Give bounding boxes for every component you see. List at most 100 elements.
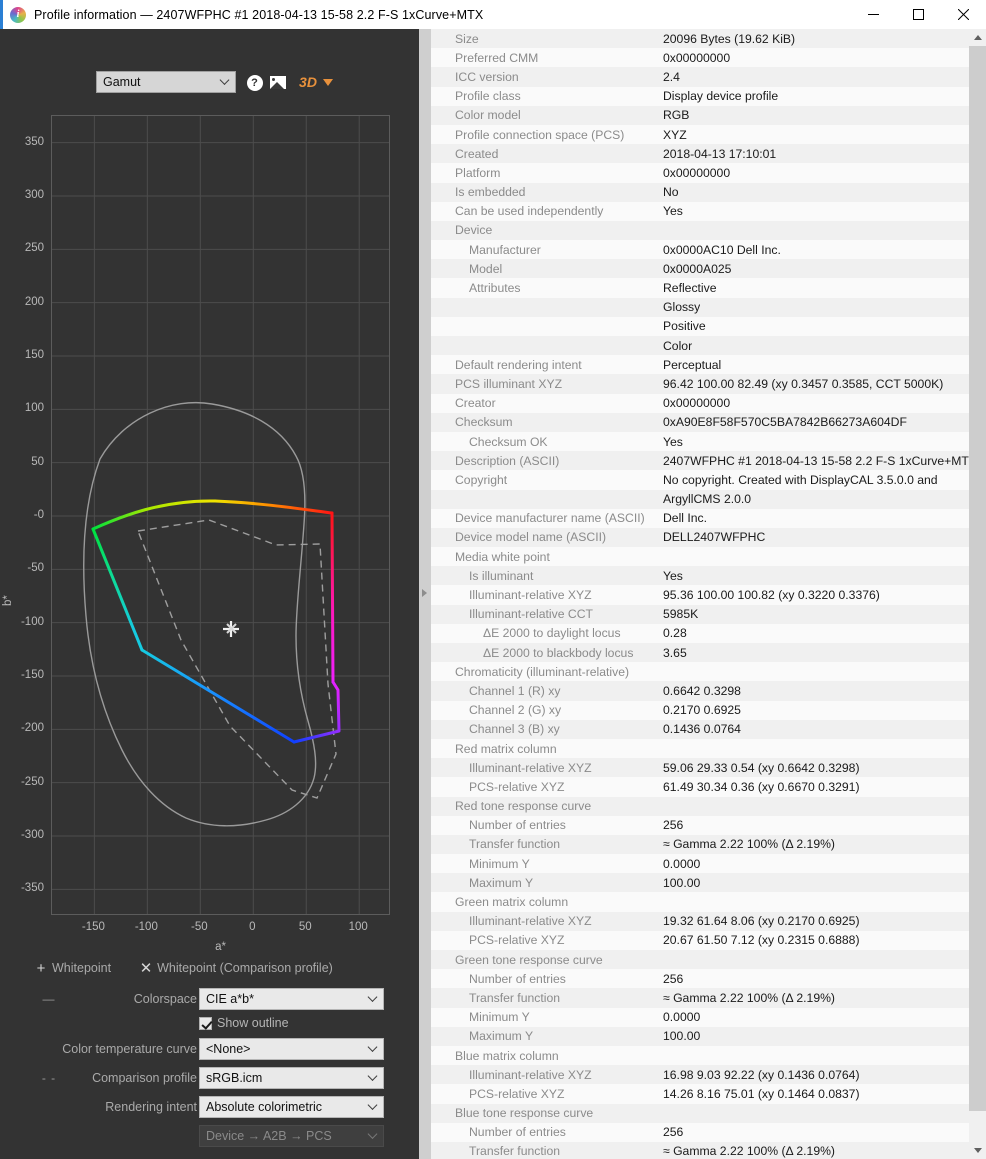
table-row[interactable]: Profile class Display device profile bbox=[431, 86, 969, 106]
scroll-up-button[interactable] bbox=[969, 29, 986, 46]
table-row[interactable]: Transfer function ≈ Gamma 2.22 100% (Δ 2.… bbox=[431, 834, 969, 855]
table-row[interactable]: Created 2018-04-13 17:10:01 bbox=[431, 144, 969, 164]
title-bar: Profile information — 2407WFPHC #1 2018-… bbox=[0, 0, 986, 29]
table-row[interactable]: Media white point bbox=[431, 547, 969, 567]
table-row[interactable]: PCS-relative XYZ 61.49 30.34 0.36 (xy 0.6… bbox=[431, 777, 969, 797]
plot-gridlines bbox=[52, 116, 389, 914]
table-row[interactable]: Description (ASCII) 2407WFPHC #1 2018-04-… bbox=[431, 451, 969, 471]
table-row[interactable]: Red tone response curve bbox=[431, 796, 969, 816]
table-row[interactable]: Default rendering intent Perceptual bbox=[431, 355, 969, 375]
table-row[interactable]: Number of entries 256 bbox=[431, 969, 969, 989]
row-key: Green tone response curve bbox=[455, 952, 603, 967]
table-row[interactable]: Blue tone response curve bbox=[431, 1103, 969, 1123]
minimize-button[interactable] bbox=[851, 0, 896, 29]
table-row[interactable]: Transfer function ≈ Gamma 2.22 100% (Δ 2.… bbox=[431, 988, 969, 1008]
table-row[interactable]: Checksum 0xA90E8F58F570C5BA7842B66273A604… bbox=[431, 412, 969, 432]
view-type-select[interactable]: Gamut bbox=[96, 71, 236, 93]
table-row[interactable]: Transfer function ≈ Gamma 2.22 100% (Δ 2.… bbox=[431, 1141, 969, 1159]
table-row[interactable]: Checksum OK Yes bbox=[431, 431, 969, 452]
comparison-profile-select[interactable]: sRGB.icm bbox=[199, 1067, 384, 1089]
table-row[interactable]: PCS-relative XYZ 14.26 8.16 75.01 (xy 0.1… bbox=[431, 1084, 969, 1104]
table-row[interactable]: ArgyllCMS 2.0.0 bbox=[431, 489, 969, 509]
y-axis-tick-label: 100 bbox=[24, 402, 44, 415]
table-row[interactable]: Color model RGB bbox=[431, 105, 969, 125]
show-outline-row[interactable]: Show outline bbox=[199, 1016, 289, 1030]
table-row[interactable]: Illuminant-relative XYZ 16.98 9.03 92.22 … bbox=[431, 1065, 969, 1085]
colorspace-select[interactable]: CIE a*b* bbox=[199, 988, 384, 1010]
color-temperature-curve-select[interactable]: <None> bbox=[199, 1038, 384, 1060]
show-outline-checkbox[interactable] bbox=[199, 1016, 212, 1030]
row-key: PCS-relative XYZ bbox=[469, 1086, 565, 1101]
table-row[interactable]: Profile connection space (PCS) XYZ bbox=[431, 124, 969, 145]
row-key: Is illuminant bbox=[469, 568, 534, 583]
table-row[interactable]: Platform 0x00000000 bbox=[431, 163, 969, 183]
table-row[interactable]: Maximum Y 100.00 bbox=[431, 1026, 969, 1046]
table-row[interactable]: Device bbox=[431, 220, 969, 241]
table-row[interactable]: Channel 2 (G) xy 0.2170 0.6925 bbox=[431, 700, 969, 720]
vertical-scrollbar[interactable] bbox=[969, 29, 986, 1159]
table-row[interactable]: Maximum Y 100.00 bbox=[431, 873, 969, 893]
table-row[interactable]: ΔE 2000 to blackbody locus 3.65 bbox=[431, 643, 969, 663]
scroll-down-button[interactable] bbox=[969, 1142, 986, 1159]
table-row[interactable]: ΔE 2000 to daylight locus 0.28 bbox=[431, 623, 969, 643]
gamut-chart[interactable]: 350 300 250 200 150 100 50 -0 -50 -100 -150 -200 -25… bbox=[0, 101, 419, 953]
plot-area[interactable] bbox=[51, 115, 390, 915]
table-row[interactable]: Copyright No copyright. Created with Disp… bbox=[431, 470, 969, 490]
row-key: Green matrix column bbox=[455, 895, 569, 910]
table-row[interactable]: Device manufacturer name (ASCII) Dell Inc… bbox=[431, 508, 969, 528]
table-row[interactable]: Is illuminant Yes bbox=[431, 566, 969, 586]
table-row[interactable]: Positive bbox=[431, 316, 969, 336]
table-row[interactable]: Green matrix column bbox=[431, 892, 969, 912]
help-icon[interactable]: ? bbox=[246, 74, 263, 91]
table-row[interactable]: Illuminant-relative XYZ 59.06 29.33 0.54 … bbox=[431, 758, 969, 778]
table-row[interactable]: Device model name (ASCII) DELL2407WFPHC bbox=[431, 527, 969, 548]
table-row[interactable]: Attributes Reflective bbox=[431, 278, 969, 298]
table-row[interactable]: Preferred CMM 0x00000000 bbox=[431, 48, 969, 68]
profile-color-icon bbox=[10, 6, 26, 23]
table-row[interactable]: Model 0x0000A025 bbox=[431, 259, 969, 279]
table-row[interactable]: Creator 0x00000000 bbox=[431, 393, 969, 413]
table-row[interactable]: Channel 1 (R) xy 0.6642 0.3298 bbox=[431, 681, 969, 701]
table-row[interactable]: Chromaticity (illuminant-relative) bbox=[431, 662, 969, 682]
table-row[interactable]: Number of entries 256 bbox=[431, 1122, 969, 1142]
table-row[interactable]: Blue matrix column bbox=[431, 1045, 969, 1066]
table-row[interactable]: Green tone response curve bbox=[431, 950, 969, 970]
view-3d-dropdown-icon[interactable] bbox=[322, 78, 333, 87]
row-value: 0.6642 0.3298 bbox=[663, 683, 741, 698]
profile-info-table[interactable]: Size 20096 Bytes (19.62 KiB) Preferred CMM… bbox=[431, 29, 969, 1159]
gamut-plot-pane: Gamut ? 3D 350 300 250 200 150 100 50 -0… bbox=[0, 29, 419, 1159]
close-button[interactable] bbox=[941, 0, 986, 29]
table-row[interactable]: PCS illuminant XYZ 96.42 100.00 82.49 (xy… bbox=[431, 374, 969, 394]
chevron-down-icon bbox=[367, 1100, 378, 1110]
table-row[interactable]: Manufacturer 0x0000AC10 Dell Inc. bbox=[431, 240, 969, 260]
table-row[interactable]: Minimum Y 0.0000 bbox=[431, 854, 969, 874]
table-row[interactable]: Illuminant-relative XYZ 95.36 100.00 100.… bbox=[431, 585, 969, 605]
transform-direction-select[interactable]: Device → A2B → PCS bbox=[199, 1125, 384, 1147]
table-row[interactable]: PCS-relative XYZ 20.67 61.50 7.12 (xy 0.2… bbox=[431, 930, 969, 950]
rendering-intent-select[interactable]: Absolute colorimetric bbox=[199, 1096, 384, 1118]
row-key: Minimum Y bbox=[469, 1010, 530, 1025]
row-value: 0.2170 0.6925 bbox=[663, 703, 741, 718]
maximize-button[interactable] bbox=[896, 0, 941, 29]
table-row[interactable]: Number of entries 256 bbox=[431, 815, 969, 835]
y-axis-tick-label: -250 bbox=[20, 775, 44, 788]
image-icon[interactable] bbox=[269, 74, 286, 91]
table-row[interactable]: Red matrix column bbox=[431, 738, 969, 759]
splitter-grip-icon[interactable] bbox=[422, 589, 427, 597]
table-row[interactable]: Is embedded No bbox=[431, 182, 969, 202]
table-row[interactable]: Channel 3 (B) xy 0.1436 0.0764 bbox=[431, 719, 969, 739]
scrollbar-thumb[interactable] bbox=[969, 46, 986, 1111]
colorspace-value: CIE a*b* bbox=[206, 992, 254, 1006]
table-row[interactable]: Size 20096 Bytes (19.62 KiB) bbox=[431, 29, 969, 49]
y-axis-tick-label: 350 bbox=[24, 135, 44, 148]
table-row[interactable]: Minimum Y 0.0000 bbox=[431, 1007, 969, 1027]
table-row[interactable]: Glossy bbox=[431, 297, 969, 317]
table-row[interactable]: ICC version 2.4 bbox=[431, 67, 969, 87]
view-3d-button[interactable]: 3D bbox=[297, 73, 319, 91]
table-row[interactable]: Can be used independently Yes bbox=[431, 201, 969, 221]
pane-splitter[interactable] bbox=[419, 29, 431, 1159]
table-row[interactable]: Illuminant-relative XYZ 19.32 61.64 8.06 … bbox=[431, 911, 969, 931]
table-row[interactable]: Illuminant-relative CCT 5985K bbox=[431, 604, 969, 624]
table-row[interactable]: Color bbox=[431, 336, 969, 356]
row-key: Manufacturer bbox=[469, 242, 541, 257]
